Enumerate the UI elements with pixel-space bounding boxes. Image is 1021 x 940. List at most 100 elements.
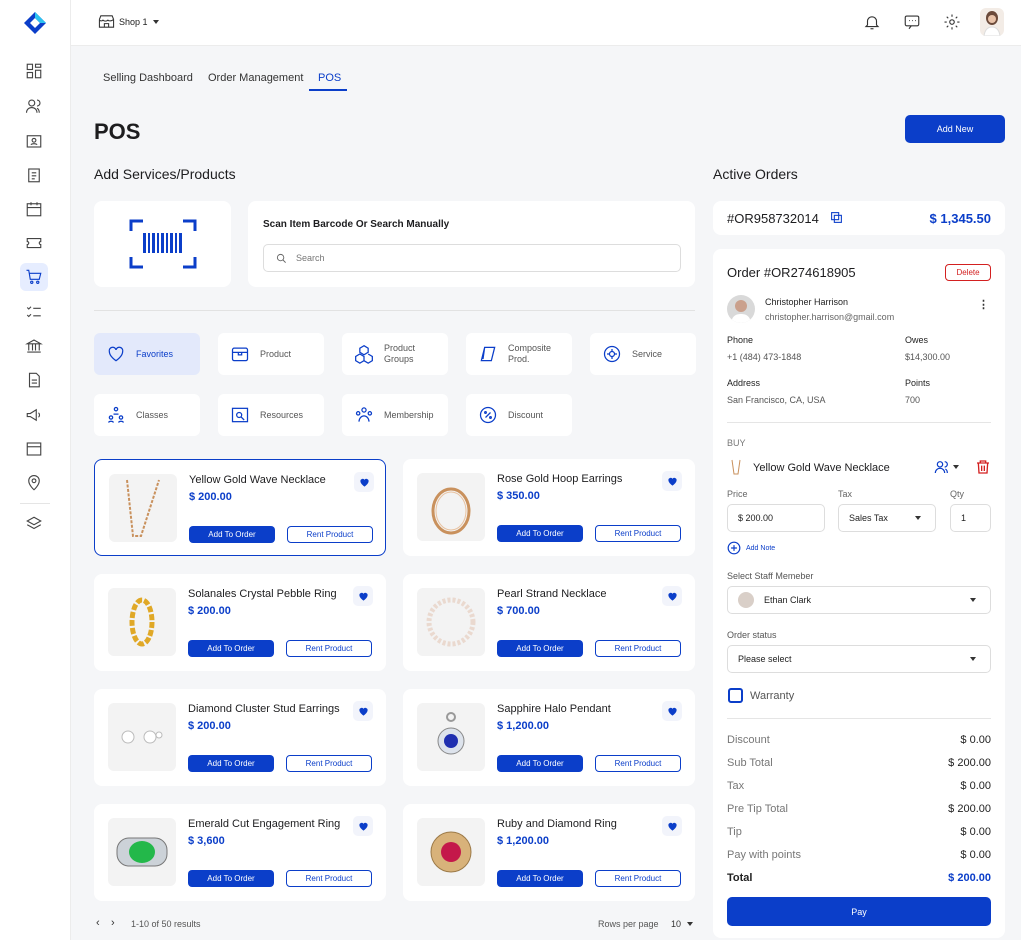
add-to-order-button[interactable]: Add To Order	[189, 526, 275, 543]
dashboard-icon[interactable]	[22, 59, 46, 83]
rent-product-button[interactable]: Rent Product	[595, 755, 681, 772]
rent-product-button[interactable]: Rent Product	[595, 525, 681, 542]
bank-icon[interactable]	[22, 334, 46, 358]
summary-value: $ 0.00	[960, 849, 991, 861]
add-to-order-button[interactable]: Add To Order	[497, 640, 583, 657]
product-name: Diamond Cluster Stud Earrings	[188, 703, 340, 715]
product-card[interactable]: Ruby and Diamond Ring $ 1,200.00 Add To …	[403, 804, 695, 901]
rent-product-button[interactable]: Rent Product	[595, 870, 681, 887]
category-resources[interactable]: Resources	[218, 394, 324, 436]
tab-selling-dashboard[interactable]: Selling Dashboard	[103, 72, 193, 84]
favorite-heart-icon[interactable]	[354, 472, 374, 492]
rows-per-page-select[interactable]: 10	[671, 919, 694, 929]
tab-indicator	[309, 89, 347, 91]
product-image	[417, 818, 485, 886]
favorite-heart-icon[interactable]	[662, 471, 682, 491]
gear-icon[interactable]	[943, 12, 961, 35]
favorite-heart-icon[interactable]	[353, 816, 373, 836]
category-discount[interactable]: Discount	[466, 394, 572, 436]
chevron-down-icon	[687, 922, 694, 926]
location-icon[interactable]	[22, 471, 46, 495]
favorite-heart-icon[interactable]	[662, 816, 682, 836]
add-to-order-button[interactable]: Add To Order	[497, 525, 583, 542]
rent-product-button[interactable]: Rent Product	[287, 526, 373, 543]
warranty-checkbox[interactable]	[728, 688, 743, 703]
favorite-heart-icon[interactable]	[353, 701, 373, 721]
qty-input[interactable]: 1	[950, 504, 991, 532]
tax-select[interactable]: Sales Tax	[838, 504, 936, 532]
prev-page-icon[interactable]: ‹	[96, 917, 100, 929]
composite-icon	[480, 346, 496, 362]
customer-name: Christopher Harrison	[765, 297, 849, 307]
product-card[interactable]: Emerald Cut Engagement Ring $ 3,600 Add …	[94, 804, 386, 901]
checklist-icon[interactable]	[22, 300, 46, 324]
category-service[interactable]: Service	[590, 333, 696, 375]
layers-icon[interactable]	[22, 512, 46, 536]
logo[interactable]	[23, 11, 47, 35]
trash-icon[interactable]	[975, 459, 991, 478]
category-favorites[interactable]: Favorites	[94, 333, 200, 375]
add-new-button[interactable]: Add New	[905, 115, 1005, 143]
category-product[interactable]: Product	[218, 333, 324, 375]
favorite-heart-icon[interactable]	[353, 586, 373, 606]
product-card[interactable]: Diamond Cluster Stud Earrings $ 200.00 A…	[94, 689, 386, 786]
contact-card-icon[interactable]	[22, 129, 46, 153]
avatar[interactable]	[980, 8, 1004, 36]
total-value: $ 200.00	[948, 872, 991, 884]
chat-icon[interactable]	[903, 12, 921, 35]
price-input[interactable]: $ 200.00	[727, 504, 825, 532]
cart-icon[interactable]	[20, 263, 48, 291]
product-card[interactable]: Rose Gold Hoop Earrings $ 350.00 Add To …	[403, 459, 695, 556]
boxes-icon	[355, 344, 373, 364]
product-price: $ 200.00	[189, 491, 232, 503]
clipboard-icon[interactable]	[22, 163, 46, 187]
shop-selector[interactable]: Shop 1	[98, 14, 159, 29]
rent-product-button[interactable]: Rent Product	[595, 640, 681, 657]
more-options-icon[interactable]: ⋮	[978, 298, 989, 311]
product-card[interactable]: Yellow Gold Wave Necklace $ 200.00 Add T…	[94, 459, 386, 556]
add-note-button[interactable]: Add Note	[727, 541, 775, 555]
favorite-heart-icon[interactable]	[662, 701, 682, 721]
product-card[interactable]: Sapphire Halo Pendant $ 1,200.00 Add To …	[403, 689, 695, 786]
rent-product-button[interactable]: Rent Product	[286, 755, 372, 772]
active-order-row[interactable]: #OR958732014 $ 1,345.50	[713, 201, 1005, 235]
category-composite-prod[interactable]: Composite Prod.	[466, 333, 572, 375]
megaphone-icon[interactable]	[22, 403, 46, 427]
add-to-order-button[interactable]: Add To Order	[188, 870, 274, 887]
rent-product-button[interactable]: Rent Product	[286, 640, 372, 657]
order-status-select[interactable]: Please select	[727, 645, 991, 673]
barcode-scanner[interactable]	[94, 201, 231, 287]
category-classes[interactable]: Classes	[94, 394, 200, 436]
add-to-order-button[interactable]: Add To Order	[497, 755, 583, 772]
category-product-groups[interactable]: Product Groups	[342, 333, 448, 375]
browser-icon[interactable]	[22, 437, 46, 461]
product-price: $ 700.00	[497, 605, 540, 617]
assign-user-icon[interactable]	[934, 459, 959, 475]
bell-icon[interactable]	[863, 12, 881, 35]
delete-button[interactable]: Delete	[945, 264, 991, 281]
pay-button[interactable]: Pay	[727, 897, 991, 926]
tab-order-management[interactable]: Order Management	[208, 72, 303, 84]
summary-label: Pre Tip Total	[727, 803, 788, 815]
ticket-icon[interactable]	[22, 231, 46, 255]
tab-pos[interactable]: POS	[318, 72, 341, 84]
category-membership[interactable]: Membership	[342, 394, 448, 436]
users-icon[interactable]	[22, 94, 46, 118]
add-to-order-button[interactable]: Add To Order	[188, 755, 274, 772]
document-icon[interactable]	[22, 368, 46, 392]
page-title: POS	[94, 119, 141, 144]
rows-per-page-label: Rows per page	[598, 919, 659, 929]
staff-select[interactable]: Ethan Clark	[727, 586, 991, 614]
product-name: Solanales Crystal Pebble Ring	[188, 588, 337, 600]
add-to-order-button[interactable]: Add To Order	[188, 640, 274, 657]
search-input[interactable]: Search	[263, 244, 681, 272]
product-card[interactable]: Solanales Crystal Pebble Ring $ 200.00 A…	[94, 574, 386, 671]
favorite-heart-icon[interactable]	[662, 586, 682, 606]
copy-icon[interactable]	[830, 211, 843, 227]
product-card[interactable]: Pearl Strand Necklace $ 700.00 Add To Or…	[403, 574, 695, 671]
next-page-icon[interactable]: ›	[111, 917, 115, 929]
add-to-order-button[interactable]: Add To Order	[497, 870, 583, 887]
discount-icon	[479, 406, 497, 424]
rent-product-button[interactable]: Rent Product	[286, 870, 372, 887]
calendar-icon[interactable]	[22, 197, 46, 221]
